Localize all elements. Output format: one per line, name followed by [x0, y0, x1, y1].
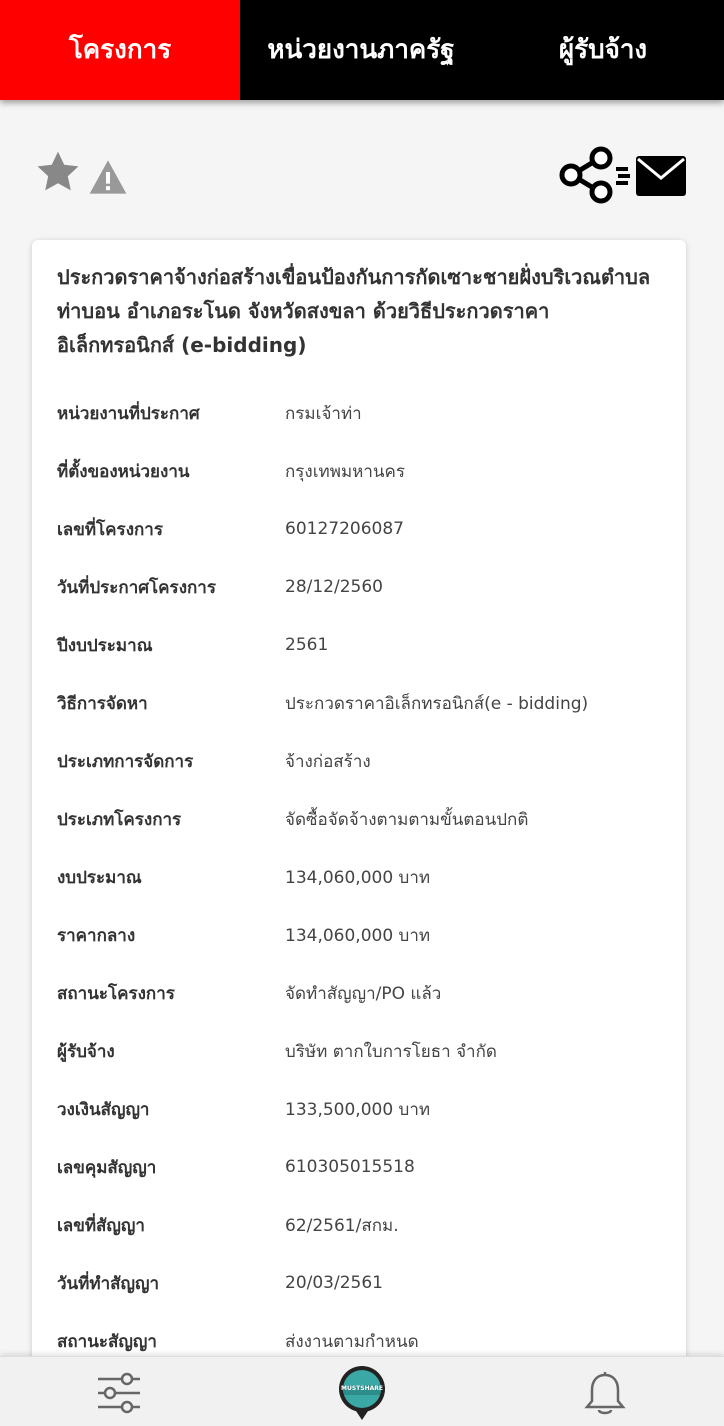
field-row: ราคากลาง 134,060,000 บาท — [57, 906, 667, 964]
field-label: ที่ตั้งของหน่วยงาน — [57, 461, 190, 482]
field-value: บริษัท ตากใบการโยธา จำกัด — [285, 1041, 497, 1062]
tab-projects[interactable]: โครงการ — [0, 0, 240, 100]
mail-icon[interactable] — [616, 154, 688, 198]
field-label: เลขที่สัญญา — [57, 1215, 145, 1236]
mustshare-logo[interactable]: MUSTSHARE — [336, 1365, 388, 1421]
field-label: เลขที่โครงการ — [57, 519, 163, 540]
field-value: 610305015518 — [285, 1157, 415, 1177]
field-label: สถานะสัญญา — [57, 1331, 157, 1352]
field-row: ประเภทโครงการ จัดซื้อจัดจ้างตามตามขั้นตอน… — [57, 790, 667, 848]
share-icon[interactable] — [558, 146, 614, 204]
tab-contractors[interactable]: ผู้รับจ้าง — [482, 0, 724, 100]
logo-text: MUSTSHARE — [341, 1385, 383, 1392]
field-label: วันที่ทำสัญญา — [57, 1273, 160, 1294]
field-label: เลขคุมสัญญา — [57, 1157, 157, 1178]
logo-badge-icon — [339, 1366, 385, 1420]
field-label: วงเงินสัญญา — [57, 1099, 150, 1120]
field-label: ผู้รับจ้าง — [57, 1041, 115, 1062]
field-label: งบประมาณ — [57, 867, 142, 888]
project-fields: หน่วยงานที่ประกาศ กรมเจ้าท่า ที่ตั้งของหน… — [57, 384, 667, 1370]
action-row — [0, 100, 724, 240]
field-label: ราคากลาง — [57, 925, 136, 946]
field-value: กรมเจ้าท่า — [285, 403, 362, 424]
field-row: เลขคุมสัญญา 610305015518 — [57, 1138, 667, 1196]
field-row: ที่ตั้งของหน่วยงาน กรุงเทพมหานคร — [57, 442, 667, 500]
field-row: ประเภทการจัดการ จ้างก่อสร้าง — [57, 732, 667, 790]
project-detail-card: ประกวดราคาจ้างก่อสร้างเขื่อนป้องกันการกั… — [32, 240, 686, 1370]
star-icon[interactable] — [34, 148, 82, 196]
bell-icon[interactable] — [584, 1371, 626, 1417]
field-row: เลขที่โครงการ 60127206087 — [57, 500, 667, 558]
field-value: 28/12/2560 — [285, 577, 383, 597]
project-title: ประกวดราคาจ้างก่อสร้างเขื่อนป้องกันการกั… — [57, 265, 651, 357]
field-value: กรุงเทพมหานคร — [285, 461, 406, 482]
field-value: 2561 — [285, 635, 329, 655]
field-value: 20/03/2561 — [285, 1273, 383, 1293]
field-value: ประกวดราคาอิเล็กทรอนิกส์(e - bidding) — [285, 693, 589, 714]
top-tab-bar: โครงการ หน่วยงานภาครัฐ ผู้รับจ้าง — [0, 0, 724, 100]
field-value: 62/2561/สกม. — [285, 1215, 399, 1236]
tab-government-agencies[interactable]: หน่วยงานภาครัฐ — [240, 0, 482, 100]
field-label: ประเภทโครงการ — [57, 809, 182, 830]
field-label: ประเภทการจัดการ — [57, 751, 194, 772]
filter-icon[interactable] — [96, 1371, 142, 1415]
field-row: วันที่ประกาศโครงการ 28/12/2560 — [57, 558, 667, 616]
field-value: จัดทำสัญญา/PO แล้ว — [285, 983, 442, 1004]
field-label: ปีงบประมาณ — [57, 635, 153, 656]
field-label: หน่วยงานที่ประกาศ — [57, 403, 200, 424]
field-row: วงเงินสัญญา 133,500,000 บาท — [57, 1080, 667, 1138]
warning-icon[interactable] — [88, 158, 128, 196]
field-row: ปีงบประมาณ 2561 — [57, 616, 667, 674]
field-row: วิธีการจัดหา ประกวดราคาอิเล็กทรอนิกส์(e -… — [57, 674, 667, 732]
field-value: จ้างก่อสร้าง — [285, 751, 371, 772]
field-row: สถานะโครงการ จัดทำสัญญา/PO แล้ว — [57, 964, 667, 1022]
field-label: วิธีการจัดหา — [57, 693, 148, 714]
field-value: ส่งงานตามกำหนด — [285, 1331, 419, 1352]
field-row: เลขที่สัญญา 62/2561/สกม. — [57, 1196, 667, 1254]
field-row: หน่วยงานที่ประกาศ กรมเจ้าท่า — [57, 384, 667, 442]
field-row: ผู้รับจ้าง บริษัท ตากใบการโยธา จำกัด — [57, 1022, 667, 1080]
field-value: 133,500,000 บาท — [285, 1099, 431, 1120]
field-label: สถานะโครงการ — [57, 983, 175, 1004]
field-row: งบประมาณ 134,060,000 บาท — [57, 848, 667, 906]
field-row: วันที่ทำสัญญา 20/03/2561 — [57, 1254, 667, 1312]
field-value: 60127206087 — [285, 519, 404, 539]
field-value: 134,060,000 บาท — [285, 867, 431, 888]
bottom-nav: MUSTSHARE — [0, 1356, 724, 1426]
field-value: จัดซื้อจัดจ้างตามตามขั้นตอนปกติ — [285, 809, 529, 830]
field-value: 134,060,000 บาท — [285, 925, 431, 946]
field-label: วันที่ประกาศโครงการ — [57, 577, 216, 598]
